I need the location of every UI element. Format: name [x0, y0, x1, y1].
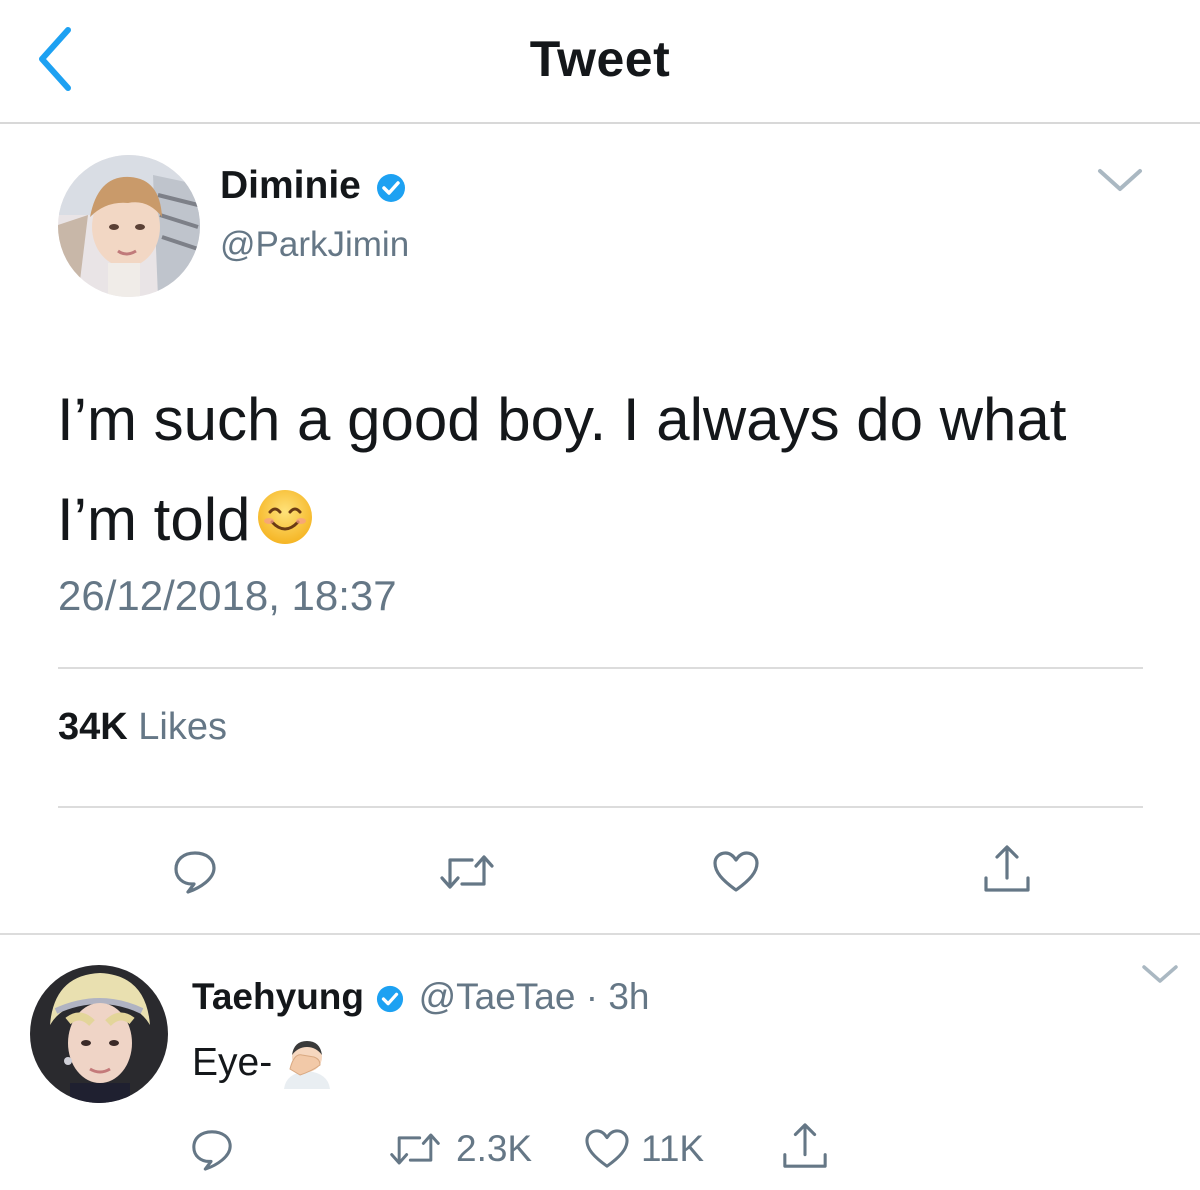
reply-text-row: Eye-: [192, 1035, 334, 1089]
like-count: 11K: [641, 1128, 705, 1169]
chevron-down-icon: [1098, 169, 1142, 191]
reply-reply-button[interactable]: [190, 1127, 234, 1171]
retweet-button[interactable]: [438, 852, 496, 892]
avatar-image: [30, 965, 168, 1103]
verified-badge-icon: [376, 173, 405, 202]
reply-author-avatar[interactable]: [30, 965, 168, 1103]
tweet-text-line2: I’m told: [57, 486, 251, 553]
tweet-text: I’m such a good boy. I always do what I’…: [57, 370, 1147, 570]
heart-icon: [585, 1129, 629, 1168]
chevron-down-icon: [1142, 965, 1178, 983]
heart-icon: [713, 851, 759, 892]
reply-icon: [174, 851, 216, 894]
reply-author-row: Taehyung @TaeTae · 3h: [192, 976, 649, 1018]
author-name[interactable]: Diminie: [220, 164, 361, 207]
author-name-row[interactable]: Diminie: [220, 164, 406, 208]
page-title: Tweet: [529, 31, 671, 87]
reply-icon: [192, 1130, 232, 1171]
reply-dot-separator: ·: [585, 976, 599, 1017]
reply-options-button[interactable]: [1140, 962, 1180, 986]
likes-stat[interactable]: 34K Likes: [58, 706, 227, 749]
verified-badge-icon: [377, 986, 404, 1013]
avatar-image: [58, 155, 200, 297]
share-button[interactable]: [982, 844, 1032, 894]
divider: [58, 806, 1143, 808]
author-avatar[interactable]: [58, 155, 200, 297]
likes-label: Likes: [138, 706, 227, 748]
reply-button[interactable]: [172, 848, 218, 894]
author-handle[interactable]: @ParkJimin: [220, 225, 409, 265]
reply-share-button[interactable]: [780, 1122, 830, 1170]
share-icon: [783, 1123, 827, 1168]
reply-like-button[interactable]: 11K: [584, 1126, 704, 1172]
divider: [58, 667, 1143, 669]
tweet-timestamp[interactable]: 26/12/2018, 18:37: [58, 572, 397, 620]
retweet-count: 2.3K: [456, 1128, 533, 1169]
section-separator: [0, 933, 1200, 935]
reply-author-name[interactable]: Taehyung: [192, 976, 364, 1017]
reply-author-handle[interactable]: @TaeTae: [419, 976, 576, 1017]
retweet-icon: [440, 855, 494, 889]
likes-count: 34K: [58, 706, 128, 748]
tweet-text-line2-row: I’m told: [57, 470, 1147, 570]
share-icon: [984, 845, 1030, 892]
retweet-icon: [390, 1133, 440, 1165]
tweet-text-line1: I’m such a good boy. I always do what: [57, 386, 1067, 453]
reply-retweet-button[interactable]: 2.3K: [388, 1126, 538, 1172]
like-button[interactable]: [712, 850, 760, 894]
facepalm-icon: [284, 1041, 331, 1089]
reply-time[interactable]: 3h: [608, 976, 649, 1017]
reply-text: Eye-: [192, 1041, 273, 1084]
tweet-options-button[interactable]: [1096, 165, 1144, 195]
smiling-face-icon: [258, 490, 313, 544]
